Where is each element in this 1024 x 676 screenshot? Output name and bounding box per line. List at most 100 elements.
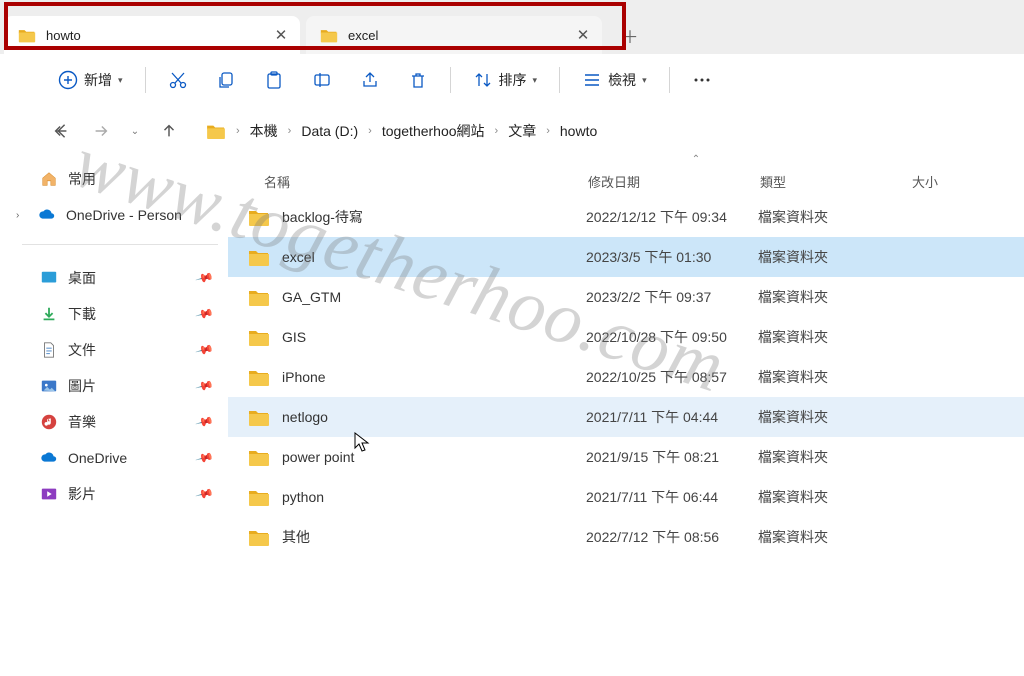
more-button[interactable]: [680, 61, 724, 99]
music-icon: [40, 413, 58, 431]
download-icon: [40, 305, 58, 323]
sidebar-label: 圖片: [68, 376, 96, 396]
crumb[interactable]: 文章: [502, 117, 542, 145]
videos-icon: [40, 485, 58, 503]
table-row[interactable]: power point2021/9/15 下午 08:21檔案資料夾: [228, 437, 1024, 477]
folder-icon: [248, 248, 270, 266]
folder-icon: [320, 27, 338, 43]
crumb[interactable]: 本機: [244, 117, 284, 145]
file-date: 2023/3/5 下午 01:30: [586, 247, 758, 267]
pin-icon: 📌: [195, 448, 215, 468]
share-icon: [360, 70, 380, 90]
sidebar-item-onedrive[interactable]: OneDrive 📌: [34, 441, 218, 475]
copy-button[interactable]: [204, 61, 248, 99]
file-date: 2021/7/11 下午 04:44: [586, 407, 758, 427]
sidebar: 常用 › OneDrive - Person 桌面 📌 下載 📌 文件 📌 圖片…: [0, 156, 228, 648]
chevron-right-icon: ›: [368, 125, 372, 137]
pin-icon: 📌: [195, 340, 215, 360]
crumb[interactable]: Data (D:): [295, 119, 364, 143]
folder-icon: [248, 528, 270, 546]
table-row[interactable]: excel 2023/3/5 下午 01:30檔案資料夾: [228, 237, 1024, 277]
table-row[interactable]: GIS2022/10/28 下午 09:50檔案資料夾: [228, 317, 1024, 357]
column-headers: 名稱 修改日期 類型 大小: [228, 165, 1024, 197]
folder-icon: [248, 488, 270, 506]
separator: [145, 67, 146, 93]
cloud-icon: [38, 206, 56, 224]
sidebar-onedrive[interactable]: › OneDrive - Person: [34, 198, 218, 232]
table-row[interactable]: 其他2022/7/12 下午 08:56檔案資料夾: [228, 517, 1024, 557]
file-date: 2021/7/11 下午 06:44: [586, 487, 758, 507]
recent-dropdown[interactable]: ⌄: [128, 118, 142, 144]
sidebar-label: 音樂: [68, 412, 96, 432]
file-type: 檔案資料夾: [758, 367, 910, 387]
pin-icon: 📌: [195, 304, 215, 324]
tab-howto[interactable]: howto ✕: [4, 16, 300, 54]
column-type[interactable]: 類型: [760, 172, 912, 191]
crumb[interactable]: togetherhoo網站: [376, 117, 491, 145]
sidebar-item-pictures[interactable]: 圖片 📌: [34, 369, 218, 403]
new-button[interactable]: 新增 ▾: [46, 61, 135, 99]
table-row[interactable]: backlog-待寫2022/12/12 下午 09:34檔案資料夾: [228, 197, 1024, 237]
chevron-right-icon: ›: [495, 125, 499, 137]
delete-button[interactable]: [396, 61, 440, 99]
file-name: GA_GTM: [282, 289, 341, 305]
forward-button[interactable]: [88, 118, 114, 144]
view-button[interactable]: 檢視 ▾: [570, 61, 659, 99]
sidebar-item-music[interactable]: 音樂 📌: [34, 405, 218, 439]
folder-icon: [248, 368, 270, 386]
file-type: 檔案資料夾: [758, 407, 910, 427]
folder-icon: [248, 288, 270, 306]
file-name: 其他: [282, 527, 310, 547]
file-date: 2022/10/28 下午 09:50: [586, 327, 758, 347]
table-row[interactable]: iPhone 2022/10/25 下午 08:57檔案資料夾: [228, 357, 1024, 397]
folder-icon: [18, 27, 36, 43]
column-size[interactable]: 大小: [912, 172, 992, 191]
sidebar-item-videos[interactable]: 影片 📌: [34, 477, 218, 511]
tab-excel[interactable]: excel ✕: [306, 16, 602, 54]
close-icon[interactable]: ✕: [570, 22, 596, 48]
tabs-bar: howto ✕ excel ✕ ＋: [0, 0, 1024, 54]
cut-button[interactable]: [156, 61, 200, 99]
sidebar-home[interactable]: 常用: [34, 162, 218, 196]
new-tab-button[interactable]: ＋: [610, 16, 650, 54]
chevron-right-icon: ›: [16, 210, 28, 221]
column-name[interactable]: 名稱: [264, 172, 588, 191]
file-type: 檔案資料夾: [758, 247, 910, 267]
separator: [559, 67, 560, 93]
folder-icon: [248, 408, 270, 426]
file-name: netlogo: [282, 409, 328, 425]
tab-label: excel: [348, 28, 570, 43]
table-row[interactable]: netlogo 2021/7/11 下午 04:44檔案資料夾: [228, 397, 1024, 437]
rename-button[interactable]: [300, 61, 344, 99]
up-button[interactable]: [156, 118, 182, 144]
separator: [669, 67, 670, 93]
crumb[interactable]: howto: [554, 119, 603, 143]
paste-button[interactable]: [252, 61, 296, 99]
sidebar-item-desktop[interactable]: 桌面 📌: [34, 261, 218, 295]
chevron-down-icon: ⌄: [131, 126, 139, 137]
chevron-down-icon: ▾: [642, 75, 647, 86]
back-button[interactable]: [48, 118, 74, 144]
sort-indicator-icon: ⌃: [368, 154, 1024, 165]
sort-button[interactable]: 排序 ▾: [461, 61, 550, 99]
file-name: python: [282, 489, 324, 505]
file-date: 2021/9/15 下午 08:21: [586, 447, 758, 467]
file-name: excel: [282, 249, 315, 265]
pin-icon: 📌: [195, 412, 215, 432]
file-name: iPhone: [282, 369, 326, 385]
folder-icon: [248, 328, 270, 346]
sidebar-label: 桌面: [68, 268, 96, 288]
close-icon[interactable]: ✕: [268, 22, 294, 48]
nav-row: ⌄ › 本機 › Data (D:) › togetherhoo網站 › 文章 …: [0, 106, 1024, 156]
sidebar-label: OneDrive - Person: [66, 207, 182, 223]
file-date: 2022/10/25 下午 08:57: [586, 367, 758, 387]
column-date[interactable]: 修改日期: [588, 172, 760, 191]
share-button[interactable]: [348, 61, 392, 99]
sidebar-label: OneDrive: [68, 450, 127, 466]
sidebar-label: 文件: [68, 340, 96, 360]
sidebar-item-documents[interactable]: 文件 📌: [34, 333, 218, 367]
table-row[interactable]: python2021/7/11 下午 06:44檔案資料夾: [228, 477, 1024, 517]
sidebar-item-downloads[interactable]: 下載 📌: [34, 297, 218, 331]
more-icon: [692, 70, 712, 90]
table-row[interactable]: GA_GTM2023/2/2 下午 09:37檔案資料夾: [228, 277, 1024, 317]
